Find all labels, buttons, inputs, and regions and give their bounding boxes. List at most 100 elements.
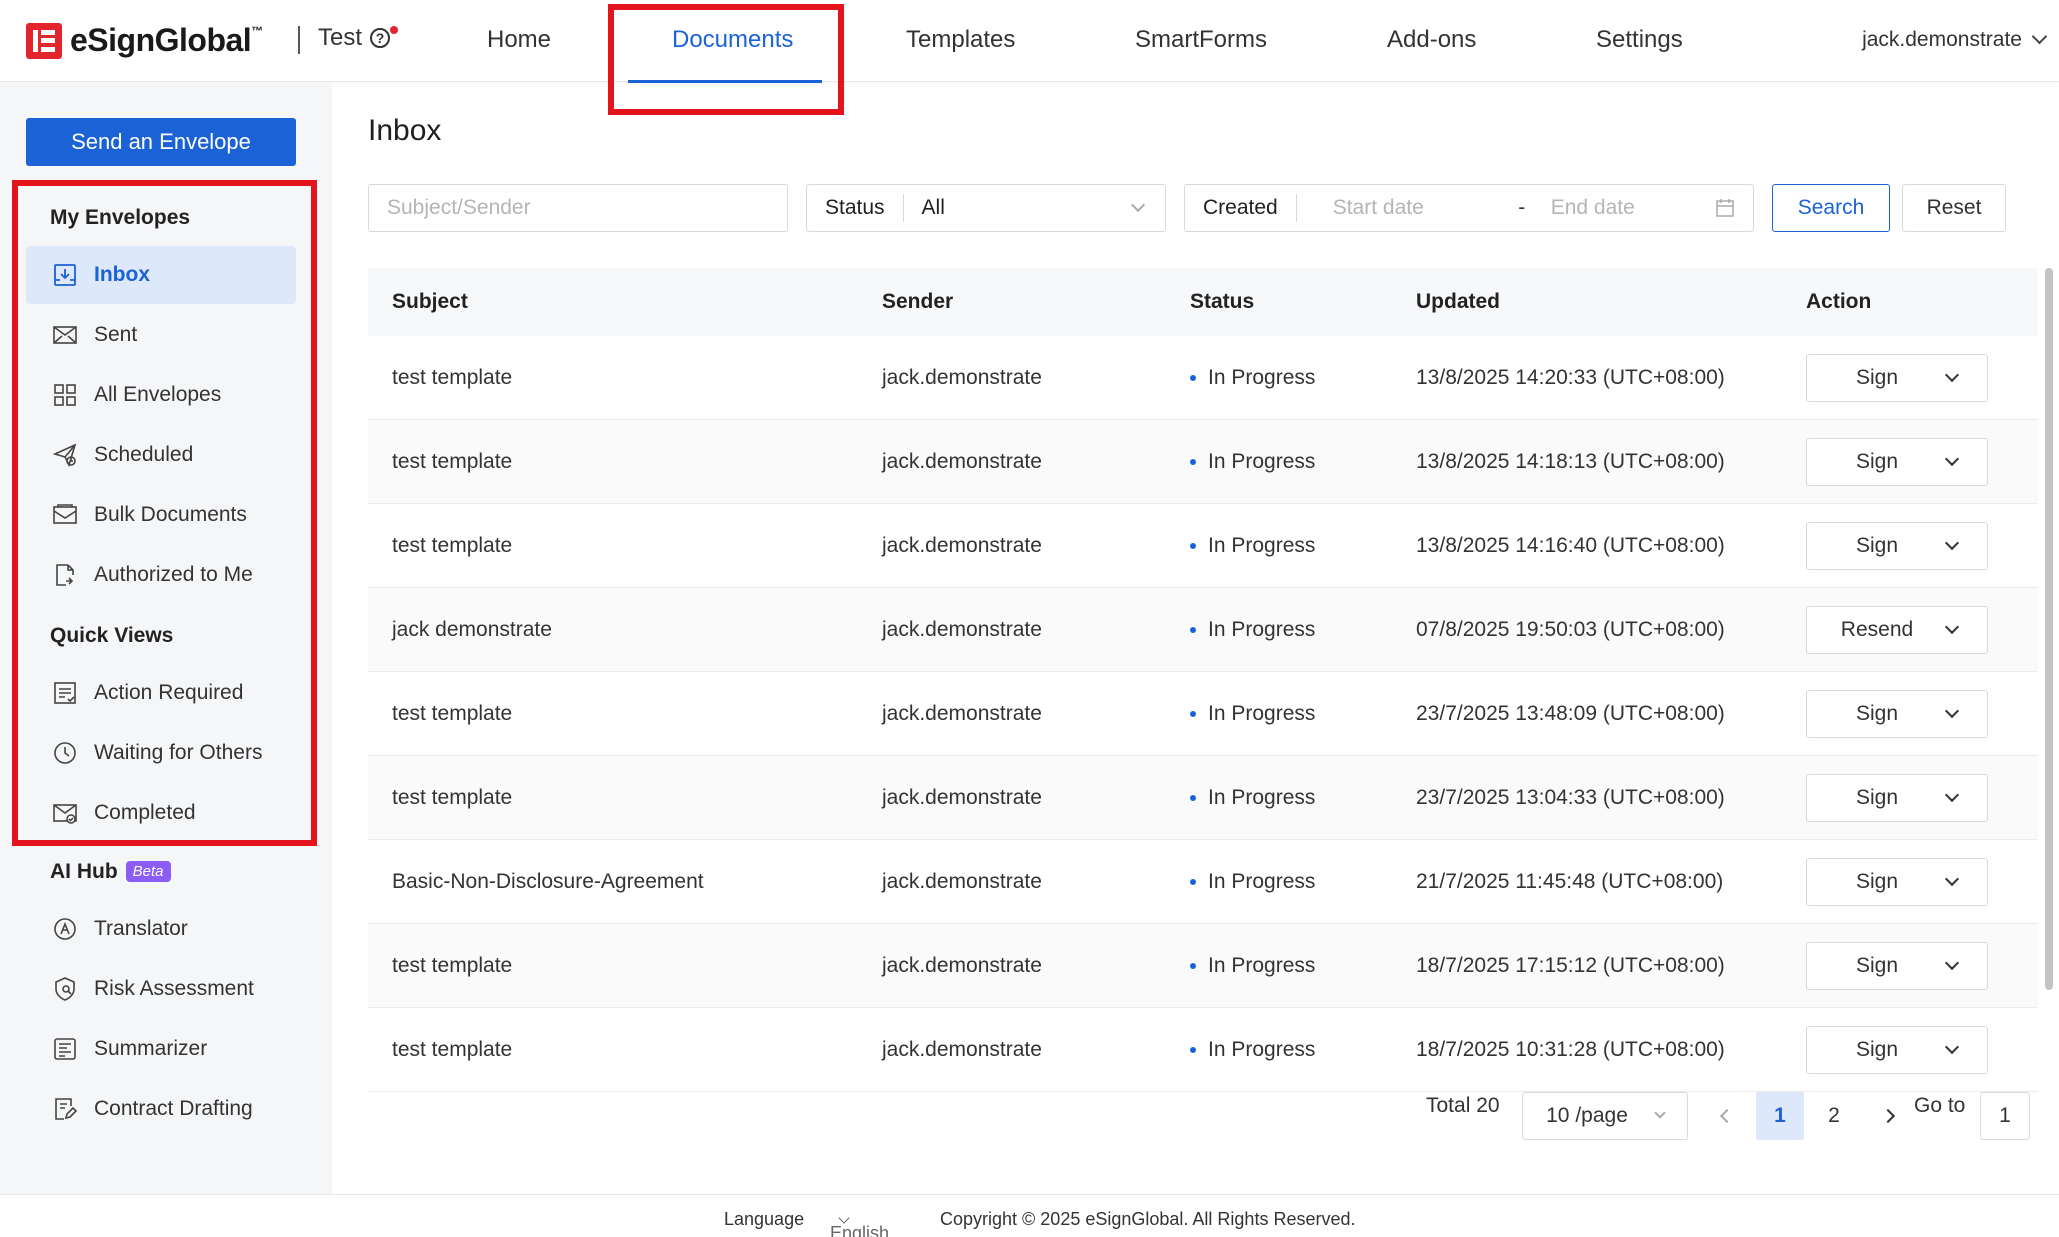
status-select[interactable]: Status All bbox=[806, 184, 1166, 232]
sidebar-item-label: Risk Assessment bbox=[94, 977, 254, 1000]
pagination-total: Total 20 bbox=[1426, 1094, 1500, 1117]
action-dropdown-button[interactable]: Sign bbox=[1806, 857, 1988, 906]
organization-switcher[interactable]: Test ? bbox=[318, 24, 399, 52]
status-text: In Progress bbox=[1208, 365, 1316, 389]
status-text: In Progress bbox=[1208, 533, 1316, 557]
reset-button[interactable]: Reset bbox=[1902, 184, 2006, 232]
help-icon[interactable]: ? bbox=[370, 26, 399, 48]
created-label: Created bbox=[1203, 196, 1278, 219]
send-envelope-button[interactable]: Send an Envelope bbox=[26, 118, 296, 166]
cell-status: In Progress bbox=[1190, 534, 1416, 558]
chevron-down-icon bbox=[1944, 787, 1960, 802]
cell-status: In Progress bbox=[1190, 1038, 1416, 1062]
cell-subject[interactable]: test template bbox=[368, 702, 882, 726]
cell-status: In Progress bbox=[1190, 702, 1416, 726]
nav-add-ons[interactable]: Add-ons bbox=[1387, 26, 1476, 54]
action-label: Sign bbox=[1855, 953, 1899, 977]
logo[interactable]: eSignGlobal™ bbox=[26, 22, 263, 59]
cell-updated: 18/7/2025 10:31:28 (UTC+08:00) bbox=[1416, 1037, 1725, 1061]
chevron-down-icon bbox=[1944, 619, 1960, 634]
table-scrollbar[interactable] bbox=[2045, 268, 2053, 990]
table-row[interactable]: test template jack.demonstrate In Progress… bbox=[368, 672, 2038, 756]
language-select[interactable]: English bbox=[830, 1209, 889, 1237]
cell-action: Sign bbox=[1806, 521, 2038, 570]
cell-action: Sign bbox=[1806, 353, 2038, 402]
table-row[interactable]: test template jack.demonstrate In Progress… bbox=[368, 1008, 2038, 1092]
search-button[interactable]: Search bbox=[1772, 184, 1890, 232]
table-row[interactable]: test template jack.demonstrate In Progress… bbox=[368, 420, 2038, 504]
cell-sender: jack.demonstrate bbox=[882, 449, 1042, 473]
action-dropdown-button[interactable]: Sign bbox=[1806, 437, 1988, 486]
nav-smartforms[interactable]: SmartForms bbox=[1135, 26, 1267, 54]
cell-subject[interactable]: test template bbox=[368, 954, 882, 978]
action-dropdown-button[interactable]: Resend bbox=[1806, 605, 1988, 654]
cell-status: In Progress bbox=[1190, 450, 1416, 474]
table-row[interactable]: test template jack.demonstrate In Progress… bbox=[368, 504, 2038, 588]
sidebar-item-translator[interactable]: Translator bbox=[26, 900, 296, 958]
column-header-status: Status bbox=[1190, 290, 1255, 313]
cell-updated: 18/7/2025 17:15:12 (UTC+08:00) bbox=[1416, 953, 1725, 977]
action-dropdown-button[interactable]: Sign bbox=[1806, 773, 1988, 822]
status-dot-icon bbox=[1190, 794, 1196, 801]
page-size-select[interactable]: 10 /page bbox=[1522, 1092, 1688, 1140]
table-row[interactable]: test template jack.demonstrate In Progress… bbox=[368, 924, 2038, 1008]
goto-page-input[interactable]: 1 bbox=[1980, 1092, 2030, 1140]
cell-status: In Progress bbox=[1190, 870, 1416, 894]
table-row[interactable]: test template jack.demonstrate In Progress… bbox=[368, 336, 2038, 420]
nav-templates[interactable]: Templates bbox=[906, 26, 1015, 54]
page-2-button[interactable]: 2 bbox=[1810, 1092, 1858, 1140]
cell-action: Sign bbox=[1806, 1025, 2038, 1074]
cell-status: In Progress bbox=[1190, 366, 1416, 390]
page-1-button[interactable]: 1 bbox=[1756, 1092, 1804, 1140]
cell-subject[interactable]: test template bbox=[368, 534, 882, 558]
end-date-input[interactable]: End date bbox=[1537, 196, 1715, 220]
cell-action: Sign bbox=[1806, 689, 2038, 738]
sidebar-item-contract-drafting[interactable]: Contract Drafting bbox=[26, 1080, 296, 1138]
prev-page-icon[interactable] bbox=[1719, 1108, 1735, 1124]
cell-subject[interactable]: jack demonstrate bbox=[368, 618, 882, 642]
cell-subject[interactable]: test template bbox=[368, 450, 882, 474]
cell-subject[interactable]: Basic-Non-Disclosure-Agreement bbox=[368, 870, 882, 894]
chevron-down-icon bbox=[838, 1212, 850, 1224]
cell-sender: jack.demonstrate bbox=[882, 365, 1042, 389]
column-header-updated: Updated bbox=[1416, 290, 1500, 313]
app-root: eSignGlobal™ Test ? Home Documents Templ… bbox=[0, 0, 2059, 1237]
cell-subject[interactable]: test template bbox=[368, 366, 882, 390]
status-dot-icon bbox=[1190, 374, 1196, 381]
cell-subject[interactable]: test template bbox=[368, 786, 882, 810]
created-date-range[interactable]: Created Start date - End date bbox=[1184, 184, 1754, 232]
top-navigation-bar: eSignGlobal™ Test ? Home Documents Templ… bbox=[0, 0, 2059, 83]
cell-subject[interactable]: test template bbox=[368, 1038, 882, 1062]
sidebar-item-risk-assessment[interactable]: Risk Assessment bbox=[26, 960, 296, 1018]
cell-updated: 23/7/2025 13:48:09 (UTC+08:00) bbox=[1416, 701, 1725, 725]
action-label: Sign bbox=[1855, 533, 1899, 557]
next-page-icon[interactable] bbox=[1880, 1108, 1896, 1124]
action-dropdown-button[interactable]: Sign bbox=[1806, 689, 1988, 738]
chevron-down-icon bbox=[1944, 871, 1960, 886]
nav-home[interactable]: Home bbox=[487, 26, 551, 54]
sidebar-item-label: Translator bbox=[94, 917, 188, 940]
nav-settings[interactable]: Settings bbox=[1596, 26, 1683, 54]
user-menu[interactable]: jack.demonstrate bbox=[1862, 28, 2048, 52]
column-header-action: Action bbox=[1806, 290, 1872, 313]
table-row[interactable]: Basic-Non-Disclosure-Agreement jack.demon… bbox=[368, 840, 2038, 924]
action-label: Sign bbox=[1855, 1037, 1899, 1061]
action-dropdown-button[interactable]: Sign bbox=[1806, 941, 1988, 990]
action-dropdown-button[interactable]: Sign bbox=[1806, 521, 1988, 570]
search-input[interactable]: Subject/Sender bbox=[368, 184, 788, 232]
cell-action: Resend bbox=[1806, 605, 2038, 654]
table-row[interactable]: jack demonstrate jack.demonstrate In Progr… bbox=[368, 588, 2038, 672]
action-dropdown-button[interactable]: Sign bbox=[1806, 353, 1988, 402]
page-title: Inbox bbox=[368, 114, 442, 147]
cell-sender: jack.demonstrate bbox=[882, 953, 1042, 977]
action-dropdown-button[interactable]: Sign bbox=[1806, 1025, 1988, 1074]
status-text: In Progress bbox=[1208, 953, 1316, 977]
logo-mark-icon bbox=[26, 22, 62, 59]
cell-status: In Progress bbox=[1190, 618, 1416, 642]
sidebar-item-summarizer[interactable]: Summarizer bbox=[26, 1020, 296, 1078]
cell-action: Sign bbox=[1806, 437, 2038, 486]
start-date-input[interactable]: Start date bbox=[1297, 196, 1507, 220]
table-row[interactable]: test template jack.demonstrate In Progress… bbox=[368, 756, 2038, 840]
status-dot-icon bbox=[1190, 878, 1196, 885]
cell-action: Sign bbox=[1806, 941, 2038, 990]
